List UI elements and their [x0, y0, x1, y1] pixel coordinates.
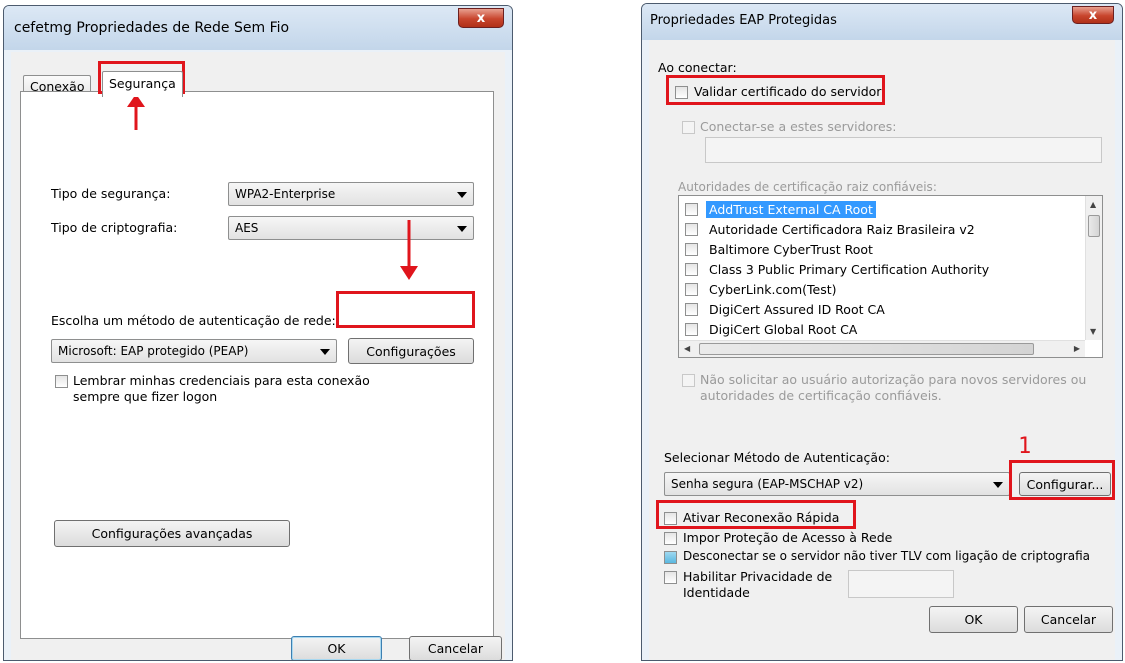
- nap-label: Impor Proteção de Acesso à Rede: [683, 530, 893, 545]
- scroll-down-icon[interactable]: ▼: [1090, 327, 1096, 336]
- list-item[interactable]: DigiCert Assured ID Root CA: [685, 300, 888, 318]
- scroll-thumb[interactable]: [1088, 215, 1100, 237]
- encryption-type-value: AES: [235, 221, 259, 235]
- step-number-label: 1: [1018, 434, 1032, 459]
- connect-servers-label: Conectar-se a estes servidores:: [700, 119, 897, 134]
- ca-checkbox[interactable]: [685, 202, 698, 216]
- remember-credentials-label-line2: sempre que fizer logon: [73, 389, 218, 404]
- remember-credentials-checkbox[interactable]: [55, 375, 68, 388]
- left-close-button[interactable]: x: [458, 8, 504, 28]
- scroll-thumb[interactable]: [699, 343, 1034, 355]
- left-client-area: Conexão Segurança Tipo de segurança: WPA…: [11, 52, 505, 660]
- list-item[interactable]: DigiCert Global Root CA: [685, 320, 860, 338]
- scroll-left-icon[interactable]: ◀: [684, 344, 690, 353]
- ca-list: AddTrust External CA Root Autoridade Cer…: [678, 195, 1103, 358]
- no-prompt-label-line1: Não solicitar ao usuário autorização par…: [700, 372, 1087, 387]
- right-title-bar: Propriedades EAP Protegidas: [642, 4, 1122, 40]
- list-item[interactable]: Class 3 Public Primary Certification Aut…: [685, 260, 992, 278]
- left-dialog-title: cefetmg Propriedades de Rede Sem Fio: [14, 20, 290, 36]
- security-type-value: WPA2-Enterprise: [235, 187, 336, 201]
- auth-method-value: Microsoft: EAP protegido (PEAP): [58, 344, 249, 358]
- left-title-bar: cefetmg Propriedades de Rede Sem Fio: [4, 6, 512, 50]
- encryption-type-label: Tipo de criptografia:: [51, 220, 178, 235]
- advanced-settings-button[interactable]: Configurações avançadas: [54, 520, 290, 547]
- right-close-button[interactable]: x: [1072, 6, 1114, 24]
- nap-checkbox[interactable]: [664, 532, 677, 545]
- arrow-down-icon: [400, 220, 418, 280]
- left-cancel-button[interactable]: Cancelar: [409, 636, 502, 660]
- ca-checkbox[interactable]: [685, 302, 698, 316]
- close-icon: x: [476, 10, 486, 26]
- list-item[interactable]: CyberLink.com(Test): [685, 280, 840, 298]
- wireless-properties-dialog: cefetmg Propriedades de Rede Sem Fio x C…: [3, 5, 513, 661]
- connect-servers-checkbox[interactable]: [682, 121, 695, 134]
- auth-method-label: Escolha um método de autenticação de red…: [51, 313, 336, 328]
- ca-checkbox[interactable]: [685, 222, 698, 236]
- scroll-up-icon[interactable]: ▲: [1090, 200, 1096, 209]
- chevron-down-icon: [457, 192, 467, 198]
- identity-privacy-label-line1: Habilitar Privacidade de: [683, 569, 833, 584]
- security-type-select[interactable]: WPA2-Enterprise: [228, 182, 474, 206]
- close-icon: x: [1088, 7, 1098, 23]
- remember-credentials-label-line1: Lembrar minhas credenciais para esta con…: [73, 373, 370, 388]
- select-auth-method-label: Selecionar Método de Autenticação:: [664, 450, 890, 465]
- on-connect-label: Ao conectar:: [658, 60, 737, 75]
- list-item[interactable]: Baltimore CyberTrust Root: [685, 240, 876, 258]
- highlight-fast-reconnect: [656, 500, 856, 529]
- chevron-down-icon: [993, 482, 1003, 488]
- security-tab-panel: Tipo de segurança: WPA2-Enterprise Tipo …: [20, 91, 494, 639]
- right-ok-button[interactable]: OK: [929, 606, 1018, 633]
- disconnect-tlv-label: Desconectar se o servidor não tiver TLV …: [683, 549, 1090, 563]
- highlight-settings-button: [336, 291, 475, 328]
- ca-checkbox[interactable]: [685, 322, 698, 336]
- right-client-area: Ao conectar: Validar certificado do serv…: [649, 40, 1115, 660]
- eap-method-value: Senha segura (EAP-MSCHAP v2): [671, 477, 864, 491]
- chevron-down-icon: [457, 226, 467, 232]
- left-ok-button[interactable]: OK: [291, 636, 382, 660]
- list-item[interactable]: AddTrust External CA Root: [685, 200, 876, 218]
- settings-button[interactable]: Configurações: [348, 338, 474, 364]
- eap-method-select[interactable]: Senha segura (EAP-MSCHAP v2): [664, 472, 1010, 496]
- security-type-label: Tipo de segurança:: [51, 186, 171, 201]
- no-prompt-label-line2: autoridades de certificação confiáveis.: [700, 388, 942, 403]
- auth-method-select[interactable]: Microsoft: EAP protegido (PEAP): [51, 339, 337, 363]
- scroll-right-icon[interactable]: ▶: [1074, 344, 1080, 353]
- identity-privacy-label-line2: Identidade: [683, 585, 750, 600]
- identity-input[interactable]: [848, 570, 954, 598]
- disconnect-tlv-checkbox[interactable]: [664, 551, 677, 564]
- ca-checkbox[interactable]: [685, 262, 698, 276]
- arrow-up-icon: [127, 94, 145, 130]
- ca-checkbox[interactable]: [685, 282, 698, 296]
- tab-seguranca[interactable]: Segurança: [102, 71, 183, 97]
- list-item[interactable]: Autoridade Certificadora Raiz Brasileira…: [685, 220, 978, 238]
- vertical-scrollbar[interactable]: ▲ ▼: [1085, 196, 1102, 340]
- highlight-configure-button: [1009, 460, 1115, 500]
- right-dialog-title: Propriedades EAP Protegidas: [650, 13, 837, 28]
- no-prompt-checkbox[interactable]: [682, 374, 695, 387]
- servers-input[interactable]: [705, 137, 1102, 163]
- right-cancel-button[interactable]: Cancelar: [1024, 606, 1113, 633]
- encryption-type-select[interactable]: AES: [228, 216, 474, 240]
- horizontal-scrollbar[interactable]: ◀ ▶: [679, 340, 1085, 357]
- chevron-down-icon: [320, 349, 330, 355]
- highlight-validate-cert: [666, 75, 885, 105]
- root-ca-label: Autoridades de certificação raiz confiáv…: [678, 180, 937, 194]
- ca-checkbox[interactable]: [685, 242, 698, 256]
- identity-privacy-checkbox[interactable]: [664, 571, 677, 584]
